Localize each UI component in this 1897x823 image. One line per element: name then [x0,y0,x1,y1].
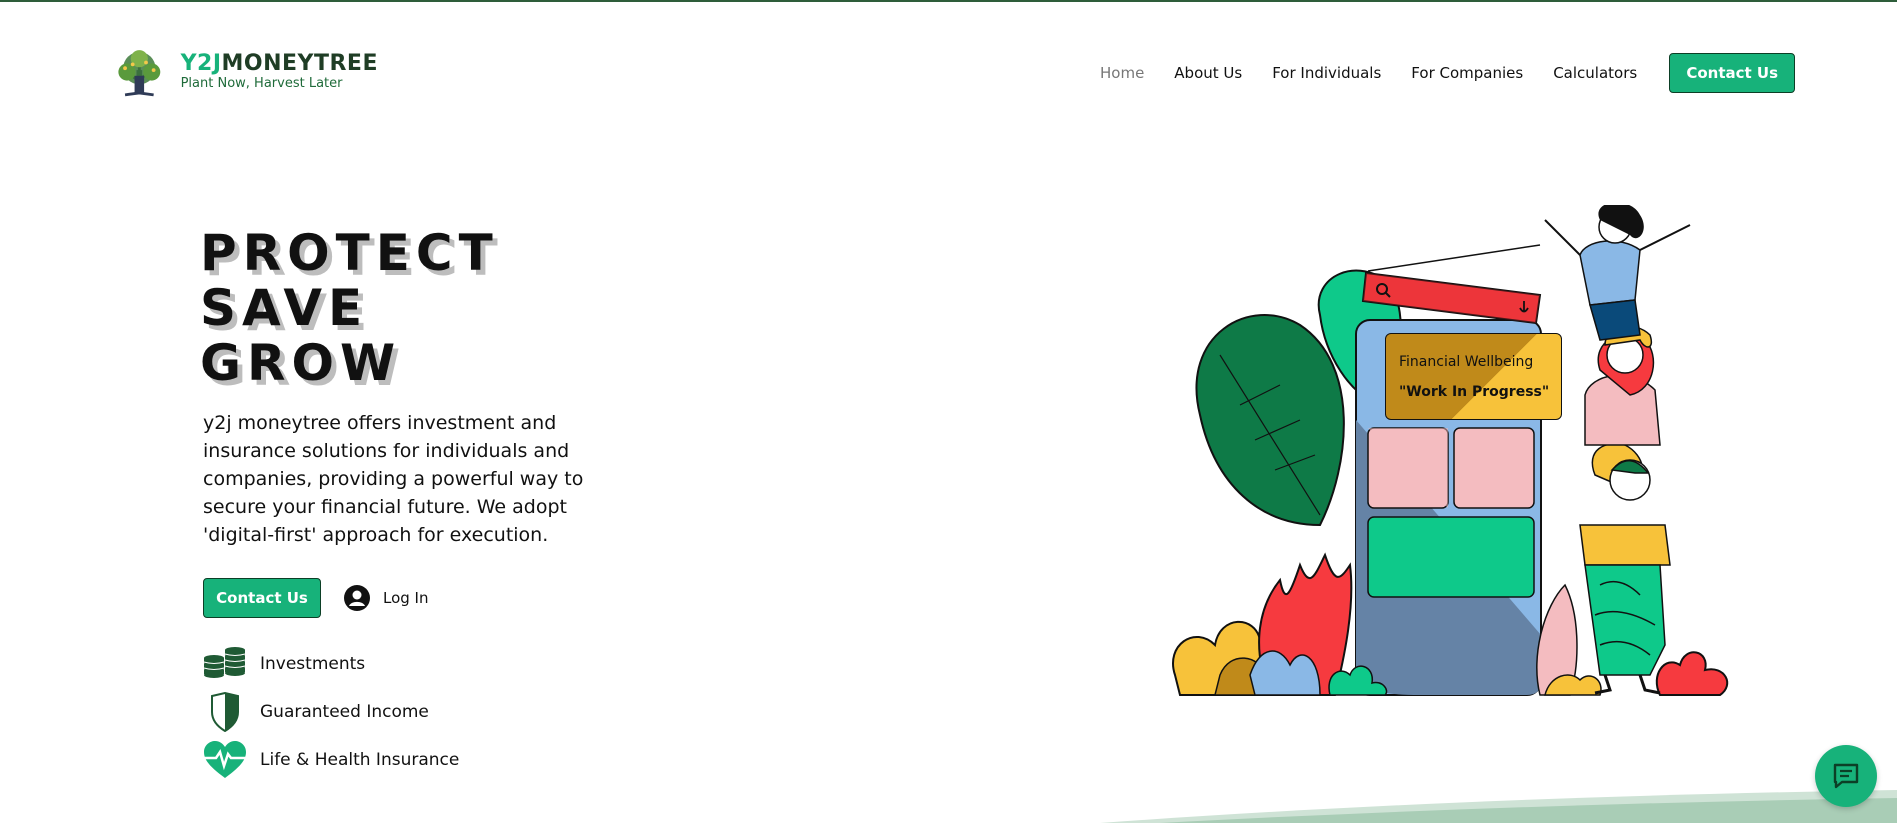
feature-list: Investments Guaranteed Income Life & Hea… [202,640,459,784]
heart-pulse-icon [204,741,246,778]
brand-name-prefix: Y2J [180,51,222,76]
hero-title-line: GROW [200,334,402,392]
bottom-wave-decoration [1100,790,1897,823]
logo[interactable]: Y2JMONEYTREE Plant Now, Harvest Later [106,46,378,98]
login-label: Log In [383,589,429,607]
hero-illustration [1172,205,1729,696]
chat-icon [1833,763,1859,789]
hero-actions: Contact Us Log In [203,578,429,618]
hero-description: y2j moneytree offers investment and insu… [203,412,584,546]
financial-wellbeing-bubble: Financial Wellbeing "Work In Progress" [1385,333,1562,420]
top-border [0,0,1897,2]
hero-title-line: SAVE [200,279,369,337]
feature-item: Life & Health Insurance [202,736,459,784]
chat-button[interactable] [1815,745,1877,807]
feature-label: Life & Health Insurance [260,750,460,770]
nav-calculators[interactable]: Calculators [1553,64,1637,82]
brand-tagline: Plant Now, Harvest Later [180,76,343,91]
hero-contact-us-button[interactable]: Contact Us [203,578,321,618]
coins-stack-icon [203,647,246,678]
nav-for-individuals[interactable]: For Individuals [1272,64,1381,82]
feature-label: Investments [260,654,366,674]
brand-name: Y2JMONEYTREE [181,52,378,76]
feature-item: Investments [202,640,459,688]
shield-icon [211,692,239,732]
hero-title-line: PROTECT [200,224,499,282]
brand-name-suffix: MONEYTREE [221,51,378,76]
bubble-line2: "Work In Progress" [1399,384,1550,400]
nav-about-us[interactable]: About Us [1174,64,1242,82]
nav-contact-us-button[interactable]: Contact Us [1669,53,1796,93]
bubble-line1: Financial Wellbeing [1399,354,1534,370]
nav-for-companies[interactable]: For Companies [1411,64,1523,82]
login-link[interactable]: Log In [343,584,429,612]
user-avatar-icon [344,585,370,611]
feature-label: Guaranteed Income [260,702,429,722]
tree-logo-icon [118,50,161,97]
feature-item: Guaranteed Income [202,688,459,736]
main-nav: Home About Us For Individuals For Compan… [1100,53,1796,93]
hero-title: PROTECT SAVE GROW [200,226,499,391]
nav-home[interactable]: Home [1100,64,1144,82]
